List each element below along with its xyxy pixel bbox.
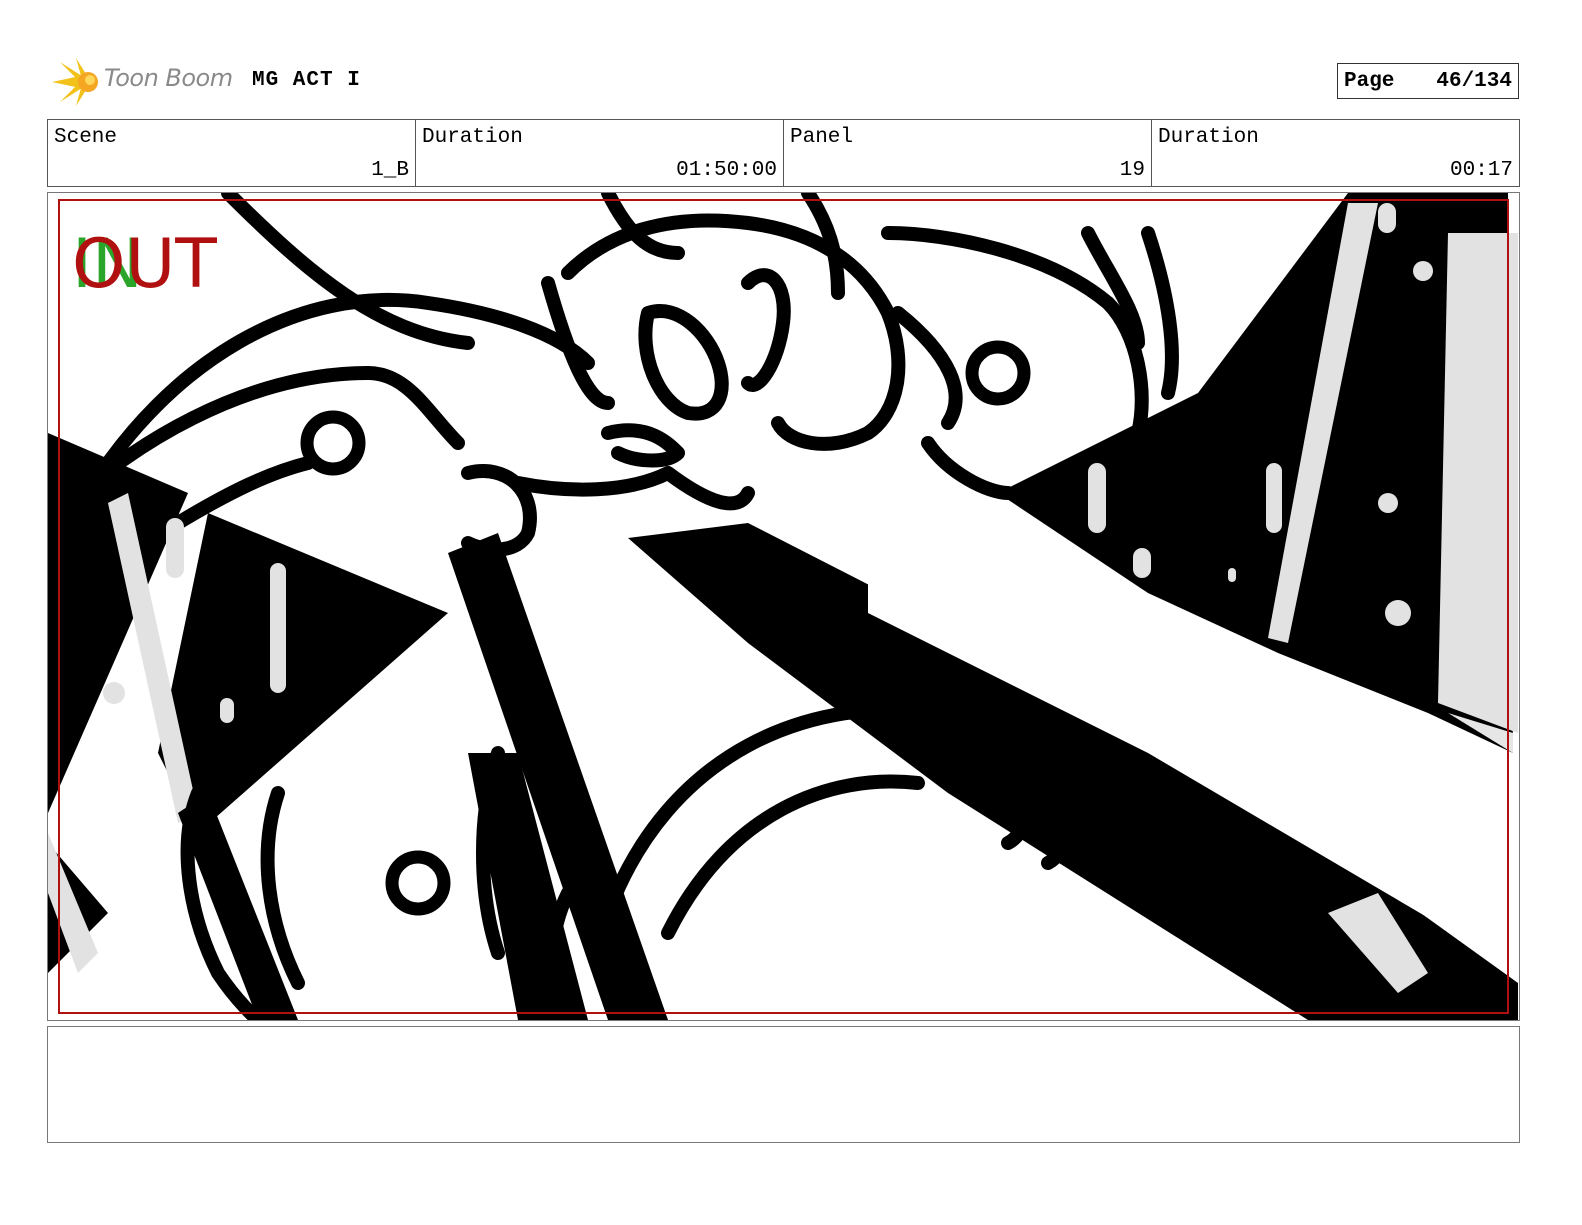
notes-box[interactable]	[47, 1026, 1520, 1143]
scene-duration-value: 01:50:00	[676, 159, 777, 182]
page-number: 46/134	[1436, 69, 1512, 93]
panel-info-row: Scene 1_B Duration 01:50:00 Panel 19 Dur…	[47, 119, 1520, 187]
page-indicator: Page 46/134	[1337, 63, 1519, 99]
panel-value: 19	[1119, 159, 1145, 182]
scene-label: Scene	[54, 126, 118, 149]
project-title: MG ACT I	[252, 69, 361, 92]
storyboard-panel: IN OUT	[47, 192, 1520, 1021]
scene-duration-label: Duration	[422, 126, 523, 149]
panel-cell: Panel 19	[784, 120, 1152, 186]
scene-duration-cell: Duration 01:50:00	[416, 120, 784, 186]
panel-duration-cell: Duration 00:17	[1152, 120, 1519, 186]
panel-drawing: IN OUT	[48, 193, 1519, 1020]
logo-text: Toon Boom	[104, 64, 233, 92]
page-label: Page	[1344, 69, 1395, 93]
out-marker: OUT	[72, 225, 217, 304]
panel-duration-label: Duration	[1158, 126, 1259, 149]
scene-value: 1_B	[371, 159, 409, 182]
panel-duration-value: 00:17	[1449, 159, 1513, 182]
scene-cell: Scene 1_B	[48, 120, 416, 186]
panel-label: Panel	[790, 126, 854, 149]
